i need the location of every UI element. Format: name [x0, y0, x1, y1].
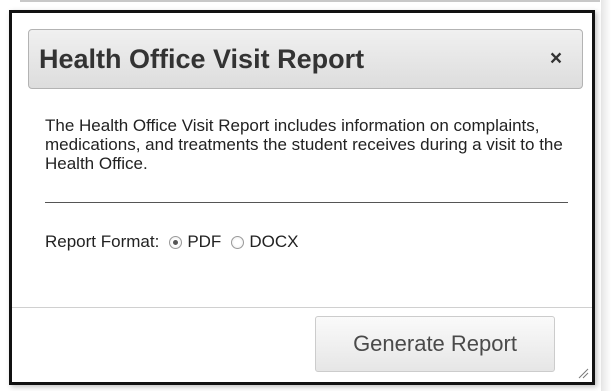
footer-divider: [12, 307, 592, 308]
close-icon[interactable]: ×: [546, 47, 566, 71]
report-format-row: Report Format: PDF DOCX: [45, 230, 308, 254]
dialog-titlebar[interactable]: Health Office Visit Report ×: [28, 29, 583, 89]
pdf-radio-label[interactable]: PDF: [187, 232, 221, 252]
report-description: The Health Office Visit Report includes …: [45, 116, 563, 173]
background-window-edge-right: [601, 0, 611, 391]
background-window-edge: [20, 0, 600, 2]
generate-report-button[interactable]: Generate Report: [315, 316, 555, 372]
dialog-title: Health Office Visit Report: [39, 44, 365, 74]
docx-radio-label[interactable]: DOCX: [249, 232, 298, 252]
docx-radio[interactable]: [231, 235, 245, 249]
divider: [45, 202, 568, 203]
report-dialog: Health Office Visit Report × The Health …: [9, 10, 595, 385]
pdf-radio[interactable]: [169, 235, 183, 249]
report-format-label: Report Format:: [45, 232, 160, 251]
resize-grip-icon[interactable]: [577, 367, 589, 379]
